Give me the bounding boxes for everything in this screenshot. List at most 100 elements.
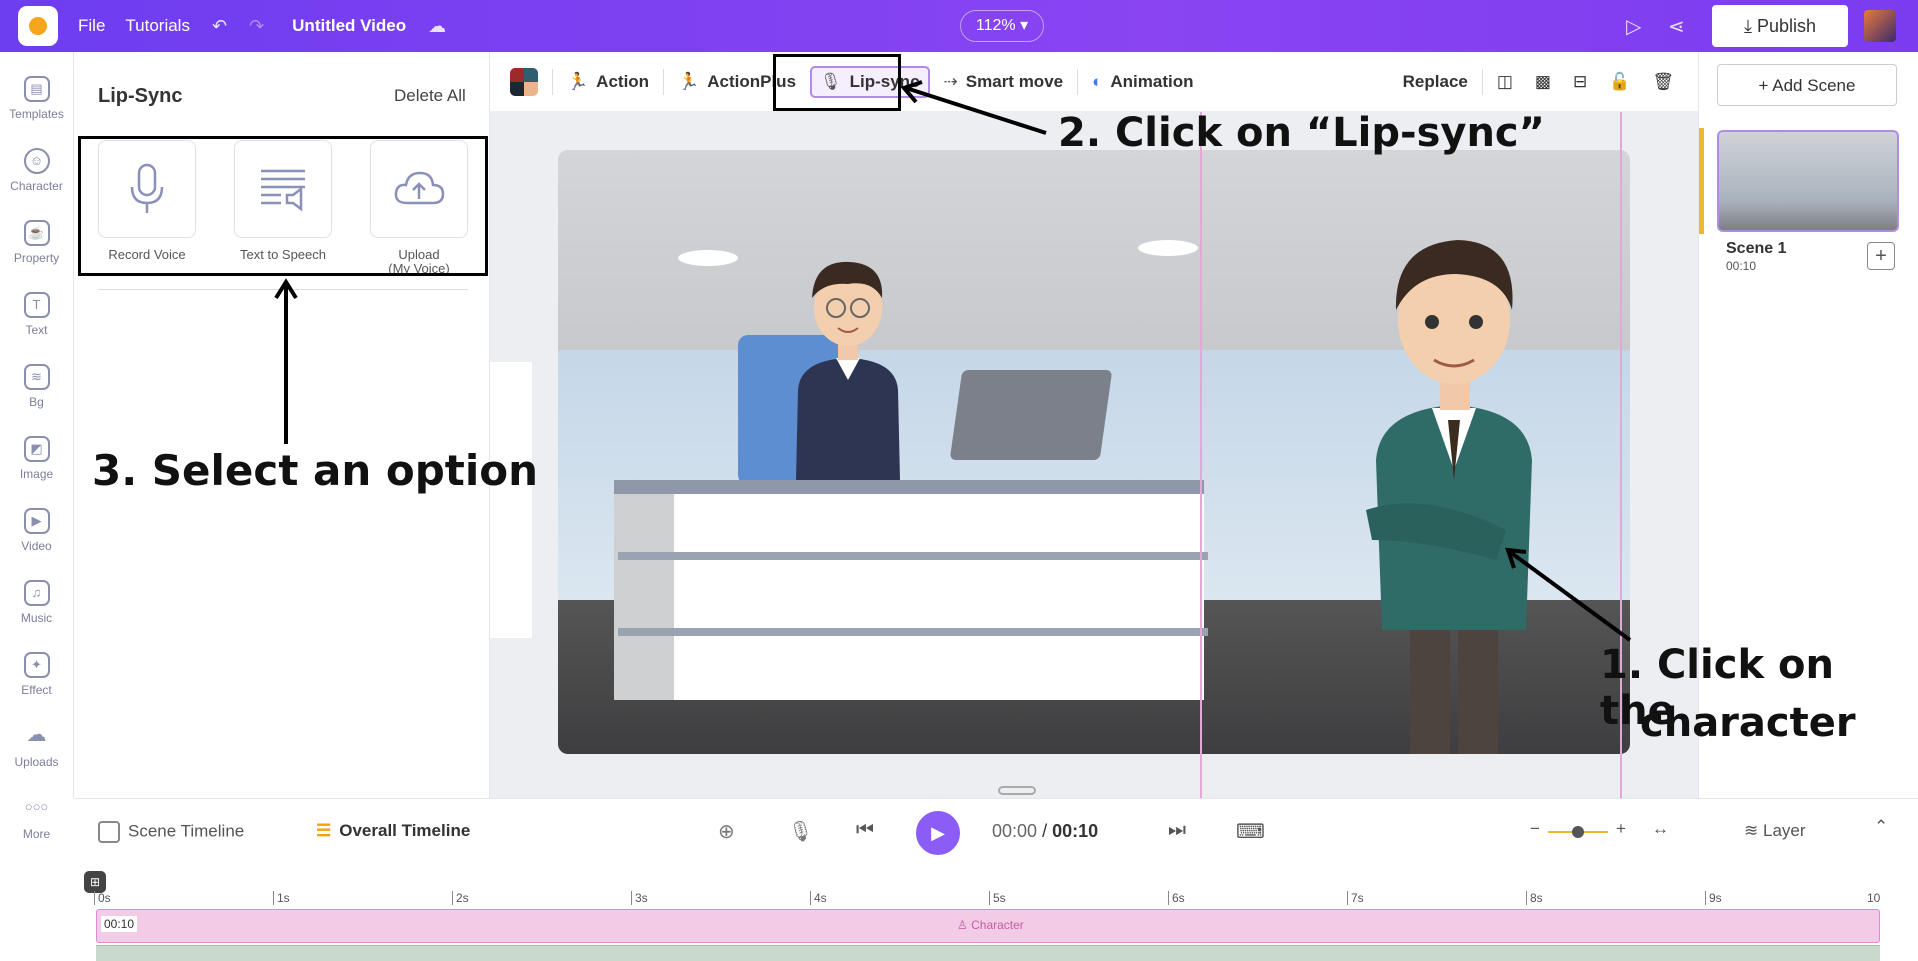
- total-time: 00:10: [1052, 821, 1099, 841]
- delete-icon[interactable]: 🗑: [1652, 72, 1674, 92]
- overall-timeline-icon: ☰: [316, 821, 332, 840]
- action-tool[interactable]: 🏃 Action: [567, 72, 649, 92]
- align-icon[interactable]: ⊟: [1573, 72, 1587, 92]
- delete-all-button[interactable]: Delete All: [394, 86, 466, 106]
- play-icon: ▶: [931, 823, 945, 843]
- add-scene-button[interactable]: + Add Scene: [1717, 64, 1897, 106]
- scene-canvas[interactable]: [558, 150, 1630, 754]
- background-track[interactable]: [96, 945, 1880, 961]
- panel-title: Lip-Sync: [98, 85, 183, 107]
- overall-timeline-label: Overall Timeline: [339, 821, 471, 840]
- layer-label: Layer: [1762, 821, 1806, 840]
- app-logo[interactable]: [18, 6, 58, 46]
- preview-play-icon[interactable]: ▷: [1626, 14, 1641, 39]
- transparency-icon[interactable]: ▩: [1535, 72, 1551, 92]
- redo-icon[interactable]: ↷: [249, 16, 264, 37]
- nav-bg[interactable]: ≋ Bg: [0, 350, 73, 422]
- animation-icon: ◐: [1092, 71, 1103, 91]
- smart-move-tool[interactable]: ⇢ Smart move: [944, 72, 1064, 92]
- nav-label: More: [22, 826, 51, 841]
- nav-label: Effect: [21, 682, 52, 697]
- scene-duration: 00:10: [1726, 259, 1757, 273]
- nav-property[interactable]: ☕ Property: [0, 206, 73, 278]
- layer-button[interactable]: ≋ Layer: [1744, 821, 1806, 841]
- step1-annotation-line2: character: [1640, 700, 1856, 746]
- scene-thumbnail[interactable]: [1717, 130, 1899, 232]
- focus-icon[interactable]: ⊕: [718, 819, 735, 844]
- nav-character[interactable]: ☺ Character: [0, 134, 73, 206]
- action-label: Action: [596, 71, 650, 91]
- ruler-tick: 2s: [452, 891, 469, 905]
- avatar[interactable]: [1864, 10, 1896, 42]
- time-separator: /: [1042, 821, 1048, 841]
- play-button[interactable]: ▶: [916, 811, 960, 855]
- uploads-icon: ☁: [26, 723, 47, 746]
- guide-line: [1200, 112, 1202, 798]
- file-menu[interactable]: File: [78, 16, 105, 36]
- canvas-resize-handle[interactable]: [998, 786, 1036, 795]
- character-toolbar: 🏃 Action 🏃 ActionPlus 🎙 Lip-sync ⇢ Smart mov…: [490, 52, 1698, 112]
- character-track[interactable]: 00:10 ♙ Character: [96, 909, 1880, 943]
- track-duration: 00:10: [101, 916, 138, 932]
- ruler-tick: 10: [1867, 891, 1881, 905]
- timeline: Scene Timeline ☰ Overall Timeline ⊕ 🎙 ⏮ ▶…: [74, 798, 1918, 961]
- lock-icon[interactable]: 🔓: [1609, 72, 1630, 92]
- subtitle-icon[interactable]: ⌨: [1236, 819, 1265, 844]
- skip-forward-icon[interactable]: ⏭: [1168, 819, 1186, 842]
- nav-label: Property: [13, 250, 60, 265]
- fit-width-icon[interactable]: ↔: [1652, 819, 1669, 839]
- replace-tool[interactable]: Replace: [1403, 72, 1468, 92]
- step2-annotation: 2. Click on “Lip-sync”: [1058, 110, 1545, 156]
- add-scene-plus-button[interactable]: +: [1867, 242, 1895, 270]
- project-title[interactable]: Untitled Video: [292, 16, 406, 36]
- ruler-tick: 0s: [94, 891, 111, 905]
- playhead-handle[interactable]: ⊞: [84, 871, 106, 893]
- tutorials-menu[interactable]: Tutorials: [125, 16, 190, 36]
- desk-stripe: [618, 628, 1208, 636]
- time-ruler: 0s 1s 2s 3s 4s 5s 6s 7s 8s 9s 10: [94, 891, 1894, 905]
- nav-music[interactable]: ♫ Music: [0, 566, 73, 638]
- actionplus-icon: 🏃: [678, 71, 700, 91]
- standing-character[interactable]: [1336, 210, 1576, 754]
- layer-icon: ≋: [1744, 821, 1759, 840]
- color-swatch[interactable]: [510, 67, 538, 96]
- zoom-selector[interactable]: 112% ▾: [960, 10, 1044, 42]
- replace-label: Replace: [1402, 71, 1468, 91]
- zoom-slider-knob[interactable]: [1572, 826, 1584, 838]
- animation-label: Animation: [1110, 71, 1194, 91]
- ruler-tick: 3s: [631, 891, 648, 905]
- animation-tool[interactable]: ◐ Animation: [1092, 72, 1193, 92]
- nav-video[interactable]: ▶ Video: [0, 494, 73, 566]
- nav-uploads[interactable]: ☁ Uploads: [0, 710, 73, 782]
- overall-timeline-tab[interactable]: ☰ Overall Timeline: [316, 821, 470, 841]
- nav-templates[interactable]: ▤ Templates: [0, 62, 73, 134]
- nav-text[interactable]: T Text: [0, 278, 73, 350]
- collapse-icon[interactable]: ⌃: [1874, 817, 1888, 837]
- scene-timeline-tab[interactable]: Scene Timeline: [98, 821, 244, 843]
- nav-more[interactable]: ○○○ More: [0, 782, 73, 854]
- zoom-value: 112%: [975, 17, 1016, 34]
- zoom-out-icon[interactable]: −: [1530, 819, 1540, 839]
- nav-effect[interactable]: ✦ Effect: [0, 638, 73, 710]
- share-icon[interactable]: ⋖: [1668, 14, 1685, 39]
- annotation-backdrop: [490, 362, 532, 638]
- current-time: 00:00: [992, 821, 1038, 841]
- scene-name[interactable]: Scene 1: [1726, 240, 1786, 258]
- publish-button[interactable]: ⤓ Publish: [1712, 5, 1848, 47]
- ceiling-light: [678, 250, 738, 266]
- nav-image[interactable]: ◩ Image: [0, 422, 73, 494]
- track-label: ♙ Character: [957, 918, 1024, 932]
- ruler-tick: 9s: [1705, 891, 1722, 905]
- ceiling-light: [1138, 240, 1198, 256]
- ruler-tick: 5s: [989, 891, 1006, 905]
- microphone-icon[interactable]: 🎙: [788, 819, 813, 844]
- desk-side: [614, 494, 674, 700]
- nav-label: Image: [19, 466, 54, 481]
- options-highlight-box: [78, 136, 488, 276]
- undo-icon[interactable]: ↶: [212, 16, 227, 37]
- seated-character[interactable]: [788, 240, 908, 480]
- flip-icon[interactable]: ◫: [1497, 72, 1513, 92]
- smart-move-label: Smart move: [965, 71, 1064, 91]
- skip-back-icon[interactable]: ⏮: [856, 819, 874, 842]
- zoom-in-icon[interactable]: +: [1616, 819, 1626, 839]
